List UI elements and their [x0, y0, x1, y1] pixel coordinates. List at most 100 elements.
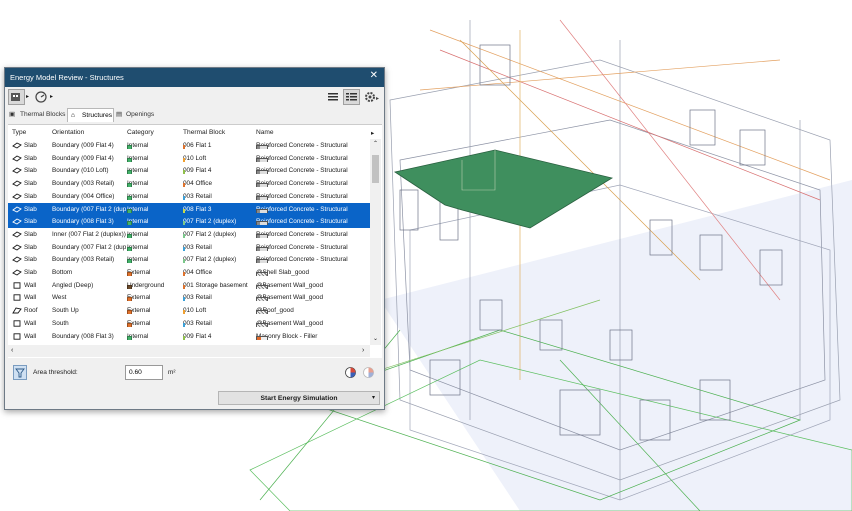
scroll-left-icon[interactable]: ‹	[11, 347, 13, 354]
category-color-swatch	[127, 335, 132, 340]
scroll-up-icon[interactable]: ⌃	[373, 140, 378, 147]
model-selector-button[interactable]	[8, 89, 25, 105]
row-category: External	[127, 319, 151, 327]
ground-plane	[380, 180, 852, 511]
row-name: Reinforced Concrete - Structural	[256, 154, 348, 162]
column-header-orientation[interactable]: Orientation	[52, 129, 84, 136]
table-row[interactable]: Slab Boundary (008 Flat 3) Internal 007 Fla…	[8, 215, 370, 228]
structures-table: Type Orientation Category Thermal Block …	[8, 124, 382, 358]
column-header-name[interactable]: Name	[256, 129, 274, 136]
concrete-material-icon	[256, 145, 268, 149]
row-category: Internal	[127, 243, 149, 251]
row-thermal-block: 003 Retail	[183, 243, 212, 251]
table-row[interactable]: Slab Boundary (003 Retail) Internal 004 Off…	[8, 177, 370, 190]
table-row[interactable]: Wall Angled (Deep) Underground 001 Storage …	[8, 279, 370, 292]
table-row[interactable]: Roof South Up External 010 Loft @Roof_good	[8, 304, 370, 317]
row-type: Wall	[24, 294, 37, 302]
row-orientation: Boundary (003 Retail)	[52, 256, 115, 264]
tab-openings[interactable]: ▤ Openings	[115, 108, 159, 122]
chevron-right-icon[interactable]: ▸	[371, 129, 374, 137]
block-color-swatch	[183, 335, 185, 340]
energy-model-review-dialog: Energy Model Review - Structures ✕ ▸ ▸ ▸…	[4, 67, 385, 410]
row-orientation: Inner (007 Flat 2 (duplex))	[52, 230, 126, 238]
chevron-down-icon[interactable]: ▾	[372, 392, 375, 405]
row-type: Slab	[24, 218, 37, 226]
table-row[interactable]: Slab Boundary (009 Flat 4) Internal 010 Lof…	[8, 152, 370, 165]
detail-view-button[interactable]	[343, 89, 360, 105]
hatch-material-icon	[256, 322, 268, 327]
row-category: Internal	[127, 230, 149, 238]
funnel-icon	[15, 368, 25, 378]
tab-thermal-blocks[interactable]: ▣ Thermal Blocks	[8, 108, 66, 122]
slab-icon	[12, 244, 22, 251]
energy-evaluation-icon[interactable]	[344, 366, 357, 379]
row-category: Internal	[127, 218, 149, 226]
list-view-button[interactable]	[325, 89, 341, 105]
tab-structures[interactable]: ⌂ Structures	[67, 108, 114, 122]
row-orientation: Boundary (010 Loft)	[52, 167, 109, 175]
table-row[interactable]: Slab Inner (007 Flat 2 (duplex)) Internal 0…	[8, 228, 370, 241]
building-model-icon	[11, 93, 20, 101]
dialog-titlebar[interactable]: Energy Model Review - Structures ✕	[5, 68, 384, 87]
table-row[interactable]: Slab Boundary (009 Flat 4) Internal 006 Fla…	[8, 139, 370, 152]
row-name: Reinforced Concrete - Structural	[256, 180, 348, 188]
filter-toggle-button[interactable]	[13, 365, 27, 380]
table-row[interactable]: Wall South External 003 Retail @Basement Wal…	[8, 317, 370, 330]
detail-list-icon	[346, 93, 357, 101]
category-color-swatch	[127, 233, 132, 238]
row-category: Underground	[127, 281, 165, 289]
scroll-down-icon[interactable]: ⌄	[373, 335, 378, 342]
hatch-material-icon	[256, 310, 268, 315]
row-name: @Basement Wall_good	[256, 319, 323, 327]
concrete-material-icon	[256, 246, 268, 251]
row-name: Reinforced Concrete - Structural	[256, 205, 348, 213]
chevron-right-icon[interactable]: ▸	[50, 93, 53, 100]
row-orientation: South Up	[52, 307, 79, 315]
slab-icon	[12, 205, 22, 213]
block-color-swatch	[183, 310, 185, 315]
row-type: Slab	[24, 205, 37, 213]
row-category: Internal	[127, 256, 149, 264]
horizontal-scrollbar[interactable]: ‹ ›	[8, 345, 370, 357]
block-color-swatch	[183, 246, 185, 251]
row-category: Internal	[127, 142, 149, 149]
category-color-swatch	[127, 322, 132, 327]
category-color-swatch	[127, 195, 132, 200]
category-color-swatch	[127, 272, 132, 276]
table-row[interactable]: Slab Boundary (003 Retail) Internal 007 Fla…	[8, 253, 370, 266]
start-energy-simulation-button[interactable]: Start Energy Simulation ▾	[218, 391, 380, 405]
table-row[interactable]: Slab Bottom External 004 Office @Shell Slab_…	[8, 266, 370, 279]
thermal-settings-button[interactable]	[33, 89, 49, 105]
row-name: Reinforced Concrete - Structural	[256, 243, 348, 251]
scroll-right-icon[interactable]: ›	[362, 347, 364, 354]
wall-icon	[13, 320, 21, 327]
table-row[interactable]: Slab Boundary (010 Loft) Internal 009 Flat …	[8, 164, 370, 177]
close-icon[interactable]: ✕	[370, 71, 378, 81]
row-orientation: Boundary (008 Flat 3)	[52, 332, 114, 340]
block-color-swatch	[183, 284, 185, 289]
row-orientation: West	[52, 294, 67, 302]
table-row[interactable]: Wall Boundary (008 Flat 3) Internal 009 Fla…	[8, 330, 370, 343]
row-category: Internal	[127, 192, 149, 200]
chevron-right-icon[interactable]: ▸	[26, 93, 29, 100]
row-thermal-block: 003 Retail	[183, 294, 212, 302]
table-row[interactable]: Slab Boundary (004 Office) Internal 003 Ret…	[8, 190, 370, 203]
row-name: Reinforced Concrete - Structural	[256, 256, 348, 264]
vertical-scrollbar[interactable]: ⌃ ⌄	[370, 139, 381, 345]
row-orientation: Boundary (009 Flat 4)	[52, 142, 114, 149]
table-row[interactable]: Wall West External 003 Retail @Basement Wall…	[8, 291, 370, 304]
scroll-thumb[interactable]	[372, 155, 379, 183]
selected-slab-highlight[interactable]	[393, 149, 614, 229]
settings-button[interactable]: ▸	[362, 89, 382, 105]
column-header-type[interactable]: Type	[12, 129, 26, 136]
table-row[interactable]: Slab Boundary (007 Flat 2 (duplex))Intern…	[8, 241, 370, 254]
table-row[interactable]: Slab Boundary (007 Flat 2 (duplex))Intern…	[8, 202, 370, 216]
wall-icon	[13, 294, 21, 302]
column-header-category[interactable]: Category	[127, 129, 154, 136]
row-orientation: Angled (Deep)	[52, 281, 94, 289]
energy-report-icon[interactable]	[362, 366, 375, 379]
row-thermal-block: 004 Office	[183, 269, 213, 276]
row-orientation: Boundary (008 Flat 3)	[52, 218, 114, 226]
column-header-thermal-block[interactable]: Thermal Block	[183, 129, 225, 136]
area-threshold-input[interactable]	[125, 365, 163, 380]
